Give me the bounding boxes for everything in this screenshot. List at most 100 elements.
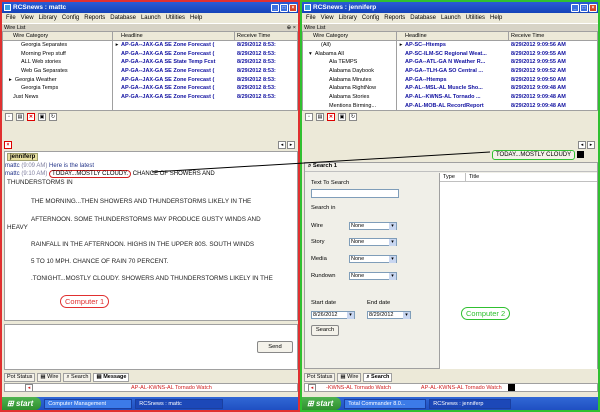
- rundown-select[interactable]: None: [349, 272, 397, 280]
- new-icon[interactable]: ▫: [5, 113, 13, 121]
- task-total-commander[interactable]: Total Commander 8.0...: [344, 398, 427, 409]
- refresh-icon[interactable]: ↻: [49, 113, 57, 121]
- menu-file[interactable]: File: [6, 15, 16, 21]
- menu-utilities[interactable]: Utilities: [166, 15, 185, 21]
- table-row[interactable]: ▸ AP-SC--Htemps 8/29/2012 9:09:56 AM: [397, 41, 597, 50]
- tab-wire[interactable]: ▦ Wire: [37, 373, 62, 382]
- start-button[interactable]: ⊞ start: [302, 397, 342, 410]
- maximize-button[interactable]: □: [280, 3, 288, 12]
- table-row[interactable]: AP-GA--TLH-GA SO Central ... 8/29/2012 9:…: [397, 67, 597, 76]
- task-rcsnews-mattc[interactable]: RCSnews : mattc: [135, 398, 224, 409]
- list-item[interactable]: Ala TEMPS: [303, 58, 396, 67]
- list-item[interactable]: Just News: [3, 93, 112, 102]
- list-item[interactable]: (All): [303, 41, 396, 50]
- menu-file[interactable]: File: [306, 15, 316, 21]
- table-row[interactable]: AP-GA--JAX-GA SE Zone Forecast (8/29/201…: [113, 93, 297, 102]
- list-item[interactable]: Alabama RightNow: [303, 84, 396, 93]
- list-item[interactable]: ALL Web stories: [3, 58, 112, 67]
- right-arrow-icon[interactable]: ▸: [287, 141, 295, 149]
- menu-view[interactable]: View: [21, 15, 34, 21]
- maximize-button[interactable]: □: [580, 3, 588, 12]
- close-chat-icon[interactable]: ×: [4, 141, 12, 149]
- tab-search[interactable]: ⌕ Search: [363, 373, 393, 382]
- menu-config[interactable]: Config: [362, 15, 379, 21]
- table-row[interactable]: AP-GA--Htemps 8/29/2012 9:09:50 AM: [397, 76, 597, 85]
- list-item[interactable]: Georgia Temps: [3, 84, 112, 93]
- delete-icon[interactable]: ✕: [27, 113, 35, 121]
- end-date-picker[interactable]: 8/29/2012: [367, 311, 411, 319]
- column-header[interactable]: Wire Category: [3, 32, 112, 41]
- table-row[interactable]: AP-GA--JAX-GA SE Zone Forecast (8/29/201…: [113, 76, 297, 85]
- tab-message[interactable]: ▤ Message: [93, 373, 130, 382]
- save-icon[interactable]: ▣: [38, 113, 46, 121]
- menu-launch[interactable]: Launch: [141, 15, 161, 21]
- open-icon[interactable]: ▤: [16, 113, 24, 121]
- minimize-button[interactable]: _: [571, 3, 579, 12]
- menu-library[interactable]: Library: [339, 15, 357, 21]
- save-icon[interactable]: ▣: [338, 113, 346, 121]
- column-header[interactable]: Title: [466, 173, 479, 181]
- right-arrow-icon[interactable]: ▸: [587, 141, 595, 149]
- ticker-text[interactable]: -KWNS-AL Tornado Watch: [326, 385, 391, 391]
- search-text-input[interactable]: [311, 189, 399, 198]
- task-computer-management[interactable]: Computer Management: [44, 398, 133, 409]
- tab-pot-status[interactable]: Pot Status: [304, 373, 336, 382]
- list-item[interactable]: Web Ga Separates: [3, 67, 112, 76]
- new-icon[interactable]: ▫: [305, 113, 313, 121]
- send-button[interactable]: Send: [257, 341, 293, 353]
- table-row[interactable]: AP-GA--JAX-GA SE Zone Forecast (8/29/201…: [113, 84, 297, 93]
- list-item[interactable]: Mentions Birming...: [303, 102, 396, 110]
- wire-select[interactable]: None: [349, 222, 397, 230]
- task-rcsnews-jenniferp[interactable]: RCSnews : jenniferp: [429, 398, 512, 409]
- left-arrow-icon[interactable]: ◂: [278, 141, 286, 149]
- table-row[interactable]: AP-GA--JAX-GA SE State Temp Fcst 8/29/201…: [113, 58, 297, 67]
- menu-view[interactable]: View: [321, 15, 334, 21]
- left-arrow-icon[interactable]: ◂: [578, 141, 586, 149]
- menu-utilities[interactable]: Utilities: [466, 15, 485, 21]
- menu-reports[interactable]: Reports: [384, 15, 405, 21]
- menu-library[interactable]: Library: [39, 15, 57, 21]
- ticker-text[interactable]: AP-AL-KWNS-AL Tornado Watch: [421, 385, 502, 391]
- media-select[interactable]: None: [349, 255, 397, 263]
- open-icon[interactable]: ▤: [316, 113, 324, 121]
- menu-launch[interactable]: Launch: [441, 15, 461, 21]
- menu-help[interactable]: Help: [190, 15, 202, 21]
- close-button[interactable]: ×: [289, 3, 297, 12]
- column-header[interactable]: Headline: [113, 32, 235, 40]
- minimize-button[interactable]: _: [271, 3, 279, 12]
- menu-database[interactable]: Database: [110, 15, 136, 21]
- tab-search[interactable]: ⌕ Search: [63, 373, 92, 382]
- delete-icon[interactable]: ✕: [327, 113, 335, 121]
- received-message[interactable]: TODAY...MOSTLY CLOUDY: [492, 149, 576, 160]
- ticker-left-icon[interactable]: ◂: [25, 384, 33, 391]
- message-input[interactable]: [4, 324, 298, 370]
- list-item[interactable]: Alabama Minutes: [303, 76, 396, 85]
- ticker-left-icon[interactable]: ◂: [308, 384, 316, 391]
- table-row[interactable]: AP-GA--JAX-GA SE Zone Forecast (8/29/201…: [113, 67, 297, 76]
- table-row[interactable]: AP-AL--MSL-AL Muscle Sho... 8/29/2012 9:0…: [397, 84, 597, 93]
- table-row[interactable]: AP-AL-MOB-AL RecordReport 8/29/2012 9:09:…: [397, 102, 597, 110]
- column-header[interactable]: Receive Time: [235, 32, 270, 40]
- tab-wire[interactable]: ▦ Wire: [337, 373, 362, 382]
- table-row[interactable]: AP-GA--JAX-GA SE Zone Forecast (8/29/201…: [113, 50, 297, 59]
- start-date-picker[interactable]: 8/26/2012: [311, 311, 355, 319]
- pin-icon[interactable]: ⊕ ×: [287, 25, 296, 31]
- menu-config[interactable]: Config: [62, 15, 79, 21]
- column-header[interactable]: Headline: [397, 32, 509, 40]
- list-item[interactable]: Alabama Daybook: [303, 67, 396, 76]
- list-item[interactable]: ▸ Georgia Weather: [3, 76, 112, 85]
- list-item[interactable]: ▾ Alabama All: [303, 50, 396, 59]
- menu-database[interactable]: Database: [410, 15, 436, 21]
- close-button[interactable]: ×: [589, 3, 597, 12]
- list-item[interactable]: Alabama Stories: [303, 93, 396, 102]
- table-row[interactable]: AP-AL--KWNS-AL Tornado ... 8/29/2012 9:09…: [397, 93, 597, 102]
- search-button[interactable]: Search: [311, 325, 339, 336]
- list-item[interactable]: Georgia Separates: [3, 41, 112, 50]
- column-header[interactable]: Type: [440, 173, 466, 181]
- table-row[interactable]: AP-SC-ILM-SC Regional Weat... 8/29/2012 9…: [397, 50, 597, 59]
- story-select[interactable]: None: [349, 238, 397, 246]
- list-item[interactable]: Morning Prep stuff: [3, 50, 112, 59]
- chat-tab-jenniferp[interactable]: jenniferp: [7, 153, 39, 161]
- ticker-text[interactable]: AP-AL-KWNS-AL Tornado Watch: [131, 385, 212, 391]
- table-row[interactable]: AP-GA--ATL-GA N Weather R... 8/29/2012 9:…: [397, 58, 597, 67]
